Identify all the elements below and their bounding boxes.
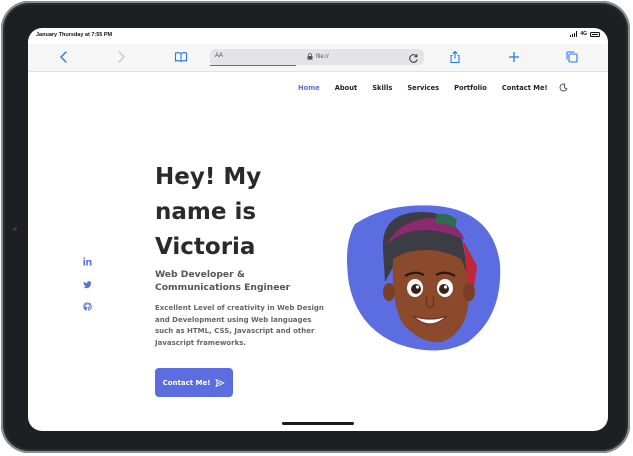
forward-button[interactable] — [114, 50, 128, 64]
nav-skills[interactable]: Skills — [372, 84, 392, 92]
new-tab-button[interactable] — [507, 50, 521, 64]
theme-toggle[interactable] — [559, 79, 568, 97]
site-nav: Home About Skills Services Portfolio Con… — [298, 79, 568, 97]
hero-description-line: and Development using Web languages — [155, 315, 312, 324]
nav-services[interactable]: Services — [407, 84, 439, 92]
battery-icon — [590, 31, 600, 37]
network-label: 4G — [580, 31, 587, 37]
back-button[interactable] — [57, 50, 71, 64]
reload-button[interactable] — [408, 51, 419, 69]
hero-subtitle-line: Communications Engineer — [155, 282, 291, 293]
url-text: file:// — [316, 53, 329, 60]
screen: January Thursday at 7:55 PM 4G AA file:/… — [28, 28, 608, 431]
hero-title-line: name is — [155, 199, 257, 225]
share-button[interactable] — [448, 50, 462, 64]
browser-toolbar: AA file:// — [28, 44, 608, 72]
nav-contact[interactable]: Contact Me! — [502, 84, 548, 92]
chevron-left-icon — [60, 51, 67, 63]
plus-icon — [509, 52, 519, 62]
hero-description-line: such as HTML, CSS, Javascript and other — [155, 327, 315, 335]
github-link[interactable] — [83, 298, 92, 311]
signal-icon — [569, 31, 578, 37]
status-time: January Thursday at 7:55 PM — [36, 32, 113, 38]
moon-icon — [559, 83, 568, 92]
status-indicators: 4G — [569, 31, 600, 37]
contact-me-button[interactable]: Contact Me! — [155, 368, 233, 397]
hero-description-line: Excellent Level of creativity in Web Des… — [155, 304, 324, 312]
avatar-illustration — [347, 205, 501, 351]
bookmarks-button[interactable] — [174, 50, 188, 64]
twitter-icon — [83, 281, 92, 289]
hero-title-line: Hey! My — [155, 164, 262, 190]
address-focus-underline — [210, 64, 296, 66]
nav-portfolio[interactable]: Portfolio — [454, 84, 487, 92]
contact-me-label: Contact Me! — [162, 378, 211, 387]
share-icon — [450, 50, 460, 64]
ipad-frame: January Thursday at 7:55 PM 4G AA file:/… — [1, 1, 630, 453]
front-camera — [13, 227, 17, 231]
linkedin-icon — [83, 257, 92, 266]
nav-about[interactable]: About — [335, 84, 358, 92]
hero-title: Hey! My name is Victoria — [155, 160, 335, 265]
address-bar[interactable]: AA file:// — [210, 49, 424, 66]
chevron-right-icon — [118, 51, 125, 63]
github-icon — [83, 302, 92, 311]
reader-aa-button[interactable]: AA — [215, 53, 223, 59]
url-display: file:// — [307, 53, 329, 60]
tabs-icon — [566, 51, 578, 63]
reload-icon — [409, 54, 418, 63]
twitter-link[interactable] — [83, 276, 92, 289]
linkedin-link[interactable] — [83, 253, 92, 266]
lock-icon — [307, 53, 313, 60]
tabs-button[interactable] — [565, 50, 579, 64]
hero-subtitle-line: Web Developer & — [155, 269, 245, 280]
home-indicator — [282, 422, 354, 425]
hero-description: Excellent Level of creativity in Web Des… — [155, 303, 335, 349]
book-icon — [174, 52, 188, 63]
status-bar: January Thursday at 7:55 PM 4G — [28, 28, 608, 44]
hero-description-line: Javascript frameworks. — [155, 338, 247, 347]
nav-home[interactable]: Home — [298, 84, 320, 92]
hero-title-line: Victoria — [155, 234, 256, 260]
send-icon — [215, 378, 225, 387]
hero-subtitle: Web Developer & Communications Engineer — [155, 268, 335, 294]
